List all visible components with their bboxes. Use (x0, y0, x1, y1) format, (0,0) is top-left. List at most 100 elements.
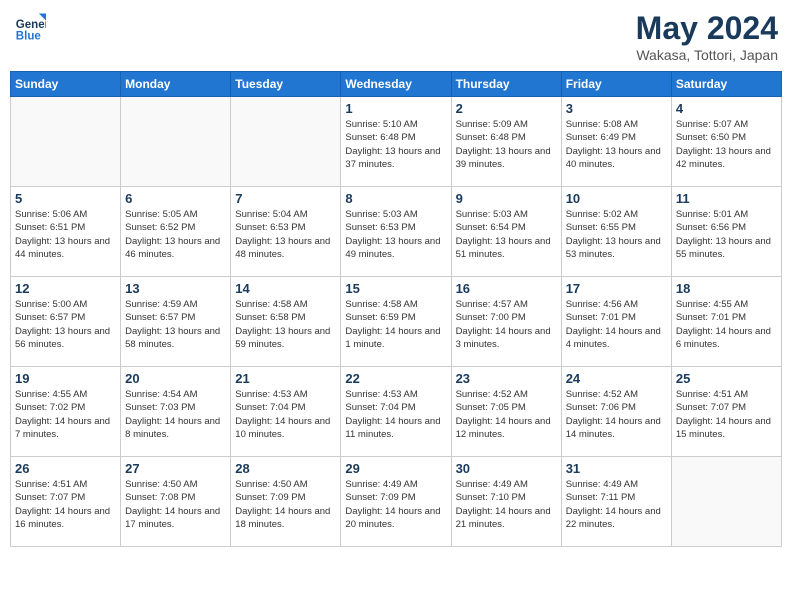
weekday-header-monday: Monday (121, 72, 231, 97)
day-info: Sunrise: 4:49 AM Sunset: 7:10 PM Dayligh… (456, 478, 557, 531)
calendar-day-18: 18 Sunrise: 4:55 AM Sunset: 7:01 PM Dayli… (671, 277, 781, 367)
calendar-day-9: 9 Sunrise: 5:03 AM Sunset: 6:54 PM Daylig… (451, 187, 561, 277)
calendar-week-row: 26 Sunrise: 4:51 AM Sunset: 7:07 PM Dayli… (11, 457, 782, 547)
calendar-day-22: 22Sunrise: 4:53 AM Sunset: 7:04 PM Dayli… (341, 367, 451, 457)
calendar-day-11: 11 Sunrise: 5:01 AM Sunset: 6:56 PM Dayli… (671, 187, 781, 277)
day-info: Sunrise: 5:03 AM Sunset: 6:53 PM Dayligh… (345, 208, 446, 261)
calendar-day-17: 17Sunrise: 4:56 AM Sunset: 7:01 PM Dayli… (561, 277, 671, 367)
calendar-day-14: 14 Sunrise: 4:58 AM Sunset: 6:58 PM Dayli… (231, 277, 341, 367)
svg-text:General: General (16, 19, 46, 31)
day-number: 28 (235, 461, 336, 476)
day-number: 18 (676, 281, 777, 296)
day-info: Sunrise: 5:10 AM Sunset: 6:48 PM Dayligh… (345, 118, 446, 171)
day-info: Sunrise: 5:02 AM Sunset: 6:55 PM Dayligh… (566, 208, 667, 261)
day-number: 9 (456, 191, 557, 206)
day-info: Sunrise: 4:57 AM Sunset: 7:00 PM Dayligh… (456, 298, 557, 351)
calendar-day-1: 1Sunrise: 5:10 AM Sunset: 6:48 PM Daylig… (341, 97, 451, 187)
calendar-day-28: 28 Sunrise: 4:50 AM Sunset: 7:09 PM Dayli… (231, 457, 341, 547)
day-number: 8 (345, 191, 446, 206)
calendar-day-31: 31Sunrise: 4:49 AM Sunset: 7:11 PM Dayli… (561, 457, 671, 547)
calendar-week-row: 19Sunrise: 4:55 AM Sunset: 7:02 PM Dayli… (11, 367, 782, 457)
calendar-day-20: 20 Sunrise: 4:54 AM Sunset: 7:03 PM Dayli… (121, 367, 231, 457)
day-info: Sunrise: 4:50 AM Sunset: 7:08 PM Dayligh… (125, 478, 226, 531)
day-info: Sunrise: 5:09 AM Sunset: 6:48 PM Dayligh… (456, 118, 557, 171)
calendar-day-30: 30 Sunrise: 4:49 AM Sunset: 7:10 PM Dayli… (451, 457, 561, 547)
day-info: Sunrise: 4:59 AM Sunset: 6:57 PM Dayligh… (125, 298, 226, 351)
weekday-header-sunday: Sunday (11, 72, 121, 97)
day-info: Sunrise: 4:58 AM Sunset: 6:58 PM Dayligh… (235, 298, 336, 351)
calendar-day-3: 3 Sunrise: 5:08 AM Sunset: 6:49 PM Daylig… (561, 97, 671, 187)
weekday-header-tuesday: Tuesday (231, 72, 341, 97)
day-info: Sunrise: 5:04 AM Sunset: 6:53 PM Dayligh… (235, 208, 336, 261)
day-info: Sunrise: 4:51 AM Sunset: 7:07 PM Dayligh… (676, 388, 777, 441)
calendar-day-4: 4Sunrise: 5:07 AM Sunset: 6:50 PM Daylig… (671, 97, 781, 187)
day-info: Sunrise: 4:49 AM Sunset: 7:09 PM Dayligh… (345, 478, 446, 531)
weekday-header-saturday: Saturday (671, 72, 781, 97)
calendar-day-29: 29 Sunrise: 4:49 AM Sunset: 7:09 PM Dayli… (341, 457, 451, 547)
day-number: 25 (676, 371, 777, 386)
day-number: 6 (125, 191, 226, 206)
calendar-empty-cell (671, 457, 781, 547)
calendar-day-23: 23 Sunrise: 4:52 AM Sunset: 7:05 PM Dayli… (451, 367, 561, 457)
location: Wakasa, Tottori, Japan (636, 47, 778, 63)
day-info: Sunrise: 4:54 AM Sunset: 7:03 PM Dayligh… (125, 388, 226, 441)
day-info: Sunrise: 4:51 AM Sunset: 7:07 PM Dayligh… (15, 478, 116, 531)
day-info: Sunrise: 4:58 AM Sunset: 6:59 PM Dayligh… (345, 298, 446, 351)
day-info: Sunrise: 5:00 AM Sunset: 6:57 PM Dayligh… (15, 298, 116, 351)
calendar-table: SundayMondayTuesdayWednesdayThursdayFrid… (10, 71, 782, 547)
day-number: 19 (15, 371, 116, 386)
day-number: 15 (345, 281, 446, 296)
day-info: Sunrise: 4:53 AM Sunset: 7:04 PM Dayligh… (345, 388, 446, 441)
svg-text:Blue: Blue (16, 30, 42, 42)
calendar-day-6: 6 Sunrise: 5:05 AM Sunset: 6:52 PM Daylig… (121, 187, 231, 277)
day-number: 29 (345, 461, 446, 476)
calendar-empty-cell (121, 97, 231, 187)
weekday-header-friday: Friday (561, 72, 671, 97)
day-info: Sunrise: 4:53 AM Sunset: 7:04 PM Dayligh… (235, 388, 336, 441)
day-info: Sunrise: 5:08 AM Sunset: 6:49 PM Dayligh… (566, 118, 667, 171)
calendar-day-16: 16 Sunrise: 4:57 AM Sunset: 7:00 PM Dayli… (451, 277, 561, 367)
day-number: 24 (566, 371, 667, 386)
day-info: Sunrise: 4:49 AM Sunset: 7:11 PM Dayligh… (566, 478, 667, 531)
day-number: 14 (235, 281, 336, 296)
calendar-empty-cell (11, 97, 121, 187)
day-info: Sunrise: 4:56 AM Sunset: 7:01 PM Dayligh… (566, 298, 667, 351)
month-title: May 2024 (636, 10, 778, 47)
day-number: 3 (566, 101, 667, 116)
calendar-day-5: 5Sunrise: 5:06 AM Sunset: 6:51 PM Daylig… (11, 187, 121, 277)
calendar-day-21: 21Sunrise: 4:53 AM Sunset: 7:04 PM Dayli… (231, 367, 341, 457)
calendar-week-row: 12 Sunrise: 5:00 AM Sunset: 6:57 PM Dayli… (11, 277, 782, 367)
calendar-empty-cell (231, 97, 341, 187)
day-number: 26 (15, 461, 116, 476)
day-number: 5 (15, 191, 116, 206)
calendar-day-27: 27 Sunrise: 4:50 AM Sunset: 7:08 PM Dayli… (121, 457, 231, 547)
day-info: Sunrise: 5:07 AM Sunset: 6:50 PM Dayligh… (676, 118, 777, 171)
calendar-day-12: 12 Sunrise: 5:00 AM Sunset: 6:57 PM Dayli… (11, 277, 121, 367)
page-header: General Blue May 2024 Wakasa, Tottori, J… (10, 10, 782, 63)
day-info: Sunrise: 5:01 AM Sunset: 6:56 PM Dayligh… (676, 208, 777, 261)
calendar-day-8: 8 Sunrise: 5:03 AM Sunset: 6:53 PM Daylig… (341, 187, 451, 277)
day-number: 27 (125, 461, 226, 476)
day-info: Sunrise: 4:55 AM Sunset: 7:01 PM Dayligh… (676, 298, 777, 351)
calendar-day-26: 26 Sunrise: 4:51 AM Sunset: 7:07 PM Dayli… (11, 457, 121, 547)
calendar-day-24: 24Sunrise: 4:52 AM Sunset: 7:06 PM Dayli… (561, 367, 671, 457)
calendar-day-13: 13 Sunrise: 4:59 AM Sunset: 6:57 PM Dayli… (121, 277, 231, 367)
day-info: Sunrise: 5:03 AM Sunset: 6:54 PM Dayligh… (456, 208, 557, 261)
day-info: Sunrise: 4:52 AM Sunset: 7:05 PM Dayligh… (456, 388, 557, 441)
title-area: May 2024 Wakasa, Tottori, Japan (636, 10, 778, 63)
calendar-day-25: 25 Sunrise: 4:51 AM Sunset: 7:07 PM Dayli… (671, 367, 781, 457)
day-info: Sunrise: 4:50 AM Sunset: 7:09 PM Dayligh… (235, 478, 336, 531)
logo-icon: General Blue (14, 10, 46, 42)
day-number: 7 (235, 191, 336, 206)
calendar-day-19: 19Sunrise: 4:55 AM Sunset: 7:02 PM Dayli… (11, 367, 121, 457)
day-number: 16 (456, 281, 557, 296)
day-number: 30 (456, 461, 557, 476)
day-number: 20 (125, 371, 226, 386)
day-info: Sunrise: 5:05 AM Sunset: 6:52 PM Dayligh… (125, 208, 226, 261)
day-number: 10 (566, 191, 667, 206)
weekday-header-thursday: Thursday (451, 72, 561, 97)
day-number: 11 (676, 191, 777, 206)
day-number: 23 (456, 371, 557, 386)
day-number: 13 (125, 281, 226, 296)
day-number: 12 (15, 281, 116, 296)
